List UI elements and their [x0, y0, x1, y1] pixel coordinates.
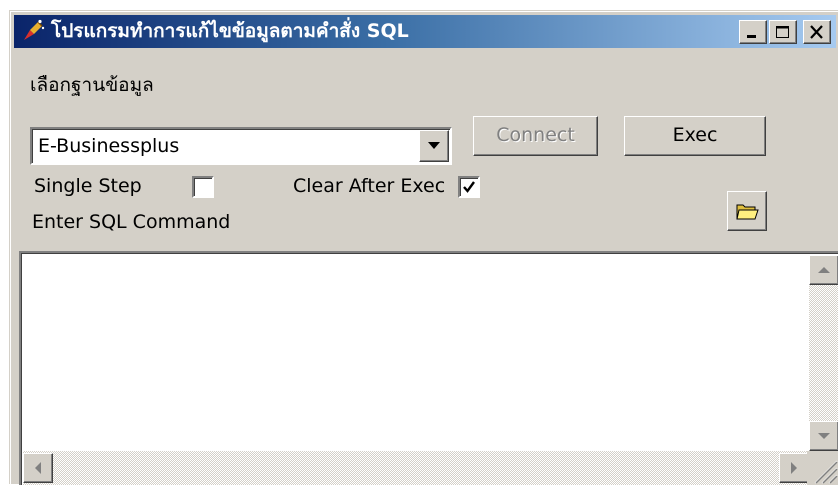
sql-editor-window: โปรแกรมทำการแก้ไขข้อมูลตามคำสั่ง SQL เลื… [9, 10, 838, 485]
vertical-scrollbar[interactable] [809, 255, 838, 451]
exec-button[interactable]: Exec [624, 116, 766, 156]
minimize-button[interactable] [739, 20, 767, 44]
title-bar[interactable]: โปรแกรมทำการแก้ไขข้อมูลตามคำสั่ง SQL [14, 15, 836, 48]
resize-grip[interactable] [807, 451, 838, 485]
single-step-label: Single Step [34, 175, 142, 197]
scroll-down-button[interactable] [809, 421, 838, 451]
single-step-checkbox[interactable] [192, 176, 214, 198]
scroll-left-button[interactable] [23, 453, 53, 483]
checkmark-icon [463, 181, 475, 193]
database-select[interactable]: E-Businessplus [30, 127, 452, 165]
window-title: โปรแกรมทำการแก้ไขข้อมูลตามคำสั่ง SQL [51, 20, 409, 42]
sql-command-textarea[interactable] [19, 251, 838, 485]
select-database-label: เลือกฐานข้อมูล [30, 74, 154, 96]
clear-after-exec-checkbox[interactable] [458, 176, 480, 198]
resize-grip-icon [814, 460, 838, 484]
open-file-button[interactable] [727, 191, 767, 231]
horizontal-scrollbar[interactable] [23, 451, 809, 485]
close-icon [810, 25, 823, 39]
arrow-up-icon [818, 267, 830, 273]
enter-sql-label: Enter SQL Command [32, 211, 231, 233]
maximize-icon [776, 26, 789, 38]
scroll-right-button[interactable] [779, 453, 809, 483]
clear-after-exec-label: Clear After Exec [293, 175, 446, 197]
arrow-down-icon [818, 433, 830, 439]
chevron-down-icon [428, 142, 440, 149]
connect-button[interactable]: Connect [473, 116, 598, 156]
arrow-right-icon [791, 462, 797, 474]
database-select-value: E-Businessplus [38, 135, 180, 157]
folder-open-icon [736, 204, 759, 220]
scroll-up-button[interactable] [809, 255, 838, 285]
minimize-icon [747, 35, 756, 38]
maximize-button[interactable] [769, 20, 797, 44]
sparkle-pen-icon [24, 19, 45, 40]
arrow-left-icon [35, 462, 41, 474]
dropdown-button[interactable] [419, 130, 449, 162]
close-button[interactable] [803, 20, 831, 44]
